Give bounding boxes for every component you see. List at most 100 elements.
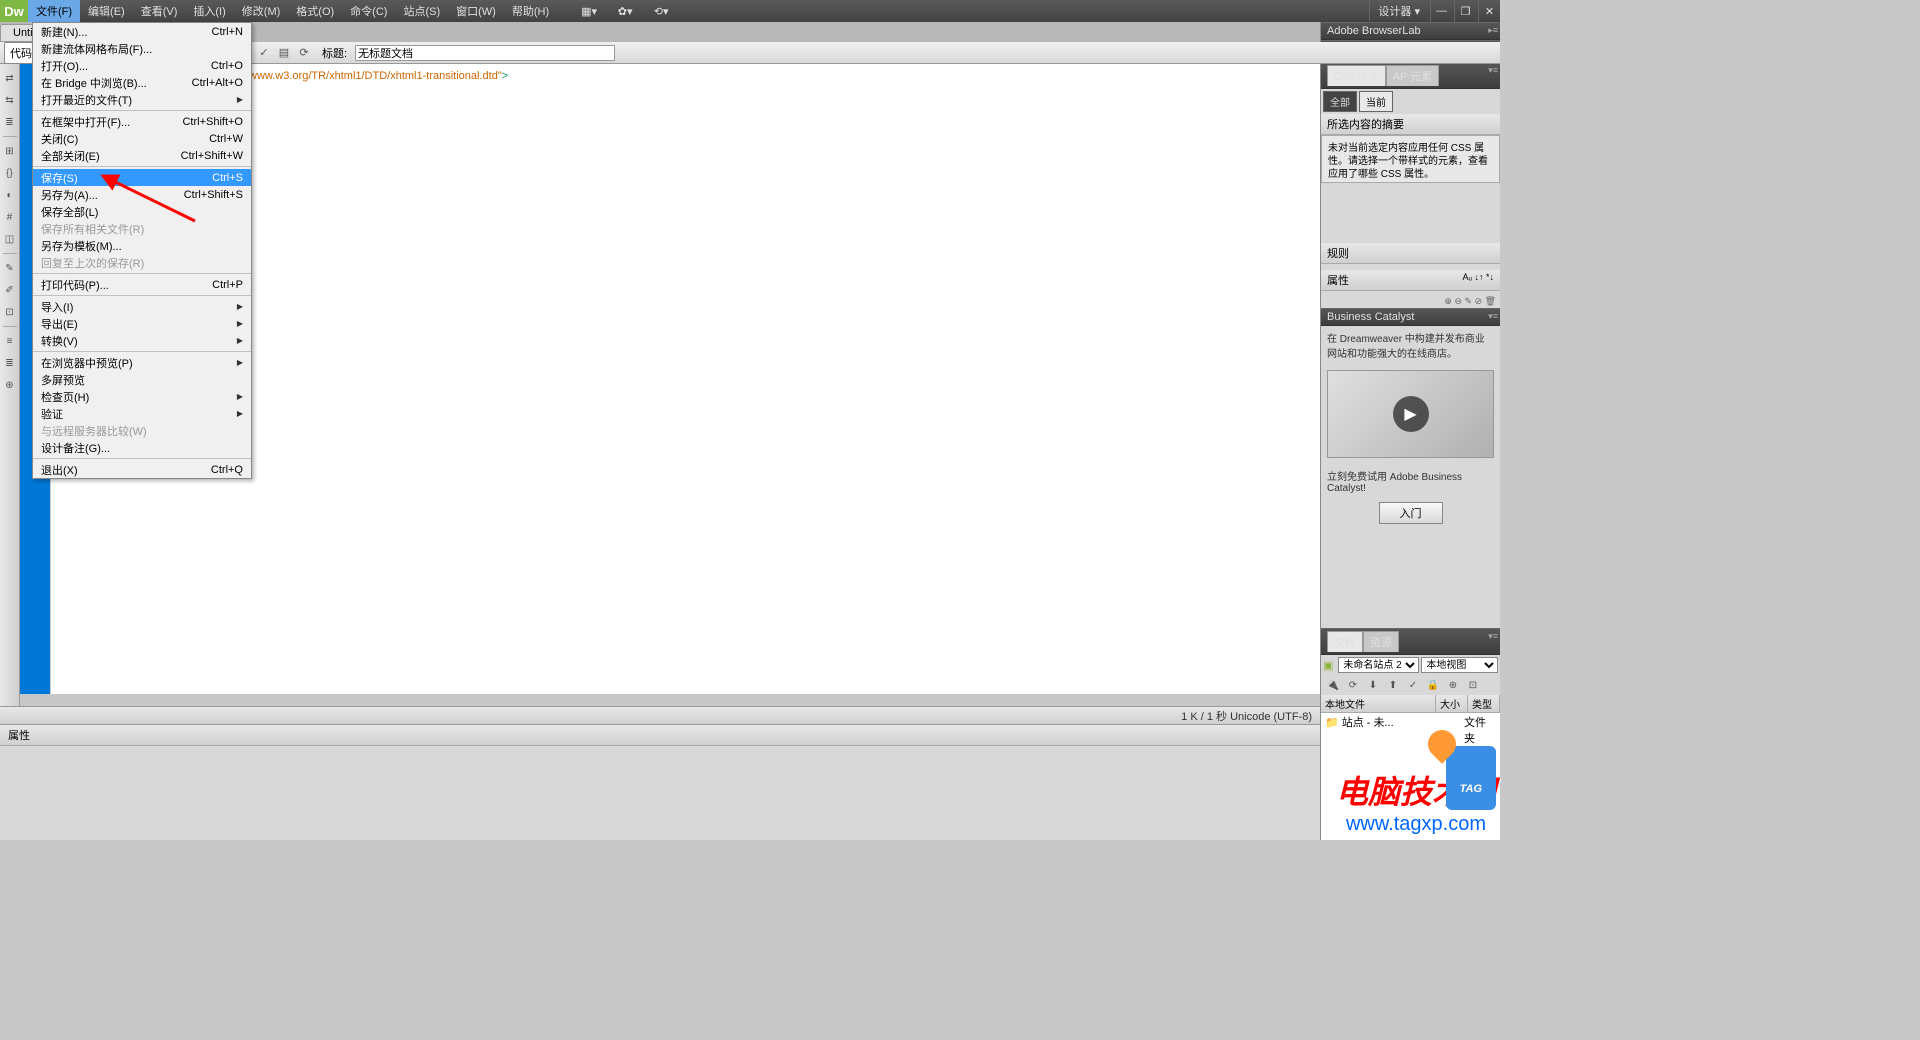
vt-tool-12[interactable]: ⊡ [2, 304, 18, 320]
sync-icon[interactable]: ⟲▾ [649, 3, 673, 19]
checkout-icon[interactable]: ✓ [1405, 677, 1421, 693]
files-header[interactable]: 文件 资源 ▾≡ [1321, 628, 1500, 655]
menu-item[interactable]: 在浏览器中预览(P) [33, 354, 251, 371]
css-summary-header: 所选内容的摘要 [1321, 114, 1500, 135]
close-button[interactable]: ✕ [1478, 0, 1500, 22]
menu-item[interactable]: 全部关闭(E)Ctrl+Shift+W [33, 147, 251, 164]
menu-2[interactable]: 查看(V) [133, 0, 186, 22]
menu-item[interactable]: 导入(I) [33, 298, 251, 315]
vt-tool-5[interactable]: ⊞ [2, 143, 18, 159]
layout-icon[interactable]: ▦▾ [577, 3, 601, 19]
site-icon: ▣ [1323, 659, 1333, 672]
css-panel-header[interactable]: CSS样式 AP 元素 ▾≡ [1321, 62, 1500, 89]
menu-item[interactable]: 验证 [33, 405, 251, 422]
vt-tool-13[interactable]: ≡ [2, 333, 18, 349]
props-header[interactable]: 属性 Aᵤ ↓↑ *↓ [1321, 270, 1500, 291]
vt-tool-11[interactable]: ✐ [2, 282, 18, 298]
status-encoding: 1 K / 1 秒 Unicode (UTF-8) [1181, 708, 1312, 724]
status-bar: 1 K / 1 秒 Unicode (UTF-8) [0, 706, 1320, 724]
sync-files-icon[interactable]: ⊕ [1445, 677, 1461, 693]
file-list-header: 本地文件 大小 类型 [1321, 695, 1500, 713]
menu-7[interactable]: 站点(S) [395, 0, 448, 22]
menu-6[interactable]: 命令(C) [342, 0, 395, 22]
menu-item[interactable]: 转换(V) [33, 332, 251, 349]
resources-tab[interactable]: 资源 [1363, 631, 1399, 652]
designer-dropdown[interactable]: 设计器 ▾ [1369, 1, 1428, 21]
vt-tool-3[interactable]: ⇆ [2, 92, 18, 108]
file-menu-dropdown: 新建(N)...Ctrl+N新建流体网格布局(F)...打开(O)...Ctrl… [32, 22, 252, 479]
left-vertical-toolbar: ▣ ⇄ ⇆ ≣ ⊞ {} ◐ # ◫ ✎ ✐ ⊡ ≡ ≣ ⊕ [0, 42, 20, 712]
bc-start-button[interactable]: 入门 [1379, 502, 1443, 524]
minimize-button[interactable]: — [1430, 0, 1452, 22]
right-panel-dock: Adobe BrowserLab▸≡ 插入▸≡ CSS样式 AP 元素 ▾≡ 全… [1320, 22, 1500, 840]
vt-tool-6[interactable]: {} [2, 165, 18, 181]
extension-icon[interactable]: ✿▾ [613, 3, 637, 19]
vt-tool-4[interactable]: ≣ [2, 114, 18, 130]
rules-header[interactable]: 规则 [1321, 243, 1500, 264]
menu-item[interactable]: 设计备注(G)... [33, 439, 251, 456]
vt-tool-9[interactable]: ◫ [2, 231, 18, 247]
folder-icon: 📁 [1325, 717, 1339, 729]
menu-item[interactable]: 关闭(C)Ctrl+W [33, 130, 251, 147]
menu-item[interactable]: 打开(O)...Ctrl+O [33, 57, 251, 74]
bc-desc: 在 Dreamweaver 中构建并发布商业网站和功能强大的在线商店。 [1321, 326, 1500, 364]
tb-icon-check[interactable]: ✓ [256, 45, 272, 61]
menu-item: 与远程服务器比较(W) [33, 422, 251, 439]
ap-elements-tab[interactable]: AP 元素 [1386, 65, 1440, 86]
vt-tool-8[interactable]: # [2, 209, 18, 225]
menubar: Dw 文件(F)编辑(E)查看(V)插入(I)修改(M)格式(O)命令(C)站点… [0, 0, 1500, 22]
menu-item[interactable]: 在 Bridge 中浏览(B)...Ctrl+Alt+O [33, 74, 251, 91]
file-row[interactable]: 📁站点 - 未... 文件夹 [1321, 713, 1500, 747]
menu-item[interactable]: 保存全部(L) [33, 203, 251, 220]
browserlab-header[interactable]: Adobe BrowserLab▸≡ [1321, 22, 1500, 40]
bc-header[interactable]: Business Catalyst▾≡ [1321, 308, 1500, 326]
vt-tool-2[interactable]: ⇄ [2, 70, 18, 86]
tb-icon-refresh[interactable]: ⟳ [296, 45, 312, 61]
menu-5[interactable]: 格式(O) [288, 0, 342, 22]
play-icon: ▶ [1393, 396, 1429, 432]
connect-icon[interactable]: 🔌 [1325, 677, 1341, 693]
menu-item[interactable]: 新建流体网格布局(F)... [33, 40, 251, 57]
title-input[interactable] [355, 45, 615, 61]
menu-3[interactable]: 插入(I) [185, 0, 233, 22]
checkin-icon[interactable]: 🔒 [1425, 677, 1441, 693]
css-current-button[interactable]: 当前 [1359, 91, 1393, 112]
menu-item[interactable]: 多屏预览 [33, 371, 251, 388]
put-icon[interactable]: ⬆ [1385, 677, 1401, 693]
maximize-button[interactable]: ❐ [1454, 0, 1476, 22]
menu-0[interactable]: 文件(F) [28, 0, 80, 22]
menu-item[interactable]: 新建(N)...Ctrl+N [33, 23, 251, 40]
properties-panel: 属性 [0, 724, 1320, 840]
css-styles-tab[interactable]: CSS样式 [1327, 65, 1386, 86]
menu-8[interactable]: 窗口(W) [448, 0, 504, 22]
site-select[interactable]: 未命名站点 2 [1338, 657, 1419, 673]
menu-item[interactable]: 保存(S)Ctrl+S [33, 169, 251, 186]
files-tab[interactable]: 文件 [1327, 631, 1363, 652]
menu-item[interactable]: 退出(X)Ctrl+Q [33, 461, 251, 478]
menu-item: 保存所有相关文件(R) [33, 220, 251, 237]
vt-tool-7[interactable]: ◐ [2, 187, 18, 203]
menu-4[interactable]: 修改(M) [234, 0, 289, 22]
view-select[interactable]: 本地视图 [1421, 657, 1498, 673]
menu-9[interactable]: 帮助(H) [504, 0, 557, 22]
menu-item[interactable]: 打印代码(P)...Ctrl+P [33, 276, 251, 293]
expand-icon[interactable]: ⊡ [1465, 677, 1481, 693]
menu-item[interactable]: 另存为(A)...Ctrl+Shift+S [33, 186, 251, 203]
menu-item[interactable]: 导出(E) [33, 315, 251, 332]
title-label: 标题: [322, 45, 347, 61]
properties-title[interactable]: 属性 [0, 725, 1320, 746]
vt-tool-14[interactable]: ≣ [2, 355, 18, 371]
vt-tool-10[interactable]: ✎ [2, 260, 18, 276]
tb-icon-browse[interactable]: ▤ [276, 45, 292, 61]
vt-tool-15[interactable]: ⊕ [2, 377, 18, 393]
menu-item[interactable]: 另存为模板(M)... [33, 237, 251, 254]
menu-item[interactable]: 在框架中打开(F)...Ctrl+Shift+O [33, 113, 251, 130]
bc-video-thumb[interactable]: ▶ [1327, 370, 1494, 458]
css-all-button[interactable]: 全部 [1323, 91, 1357, 112]
refresh-icon[interactable]: ⟳ [1345, 677, 1361, 693]
dreamweaver-logo-icon: Dw [0, 0, 28, 22]
menu-1[interactable]: 编辑(E) [80, 0, 133, 22]
menu-item[interactable]: 检查页(H) [33, 388, 251, 405]
get-icon[interactable]: ⬇ [1365, 677, 1381, 693]
menu-item[interactable]: 打开最近的文件(T) [33, 91, 251, 108]
